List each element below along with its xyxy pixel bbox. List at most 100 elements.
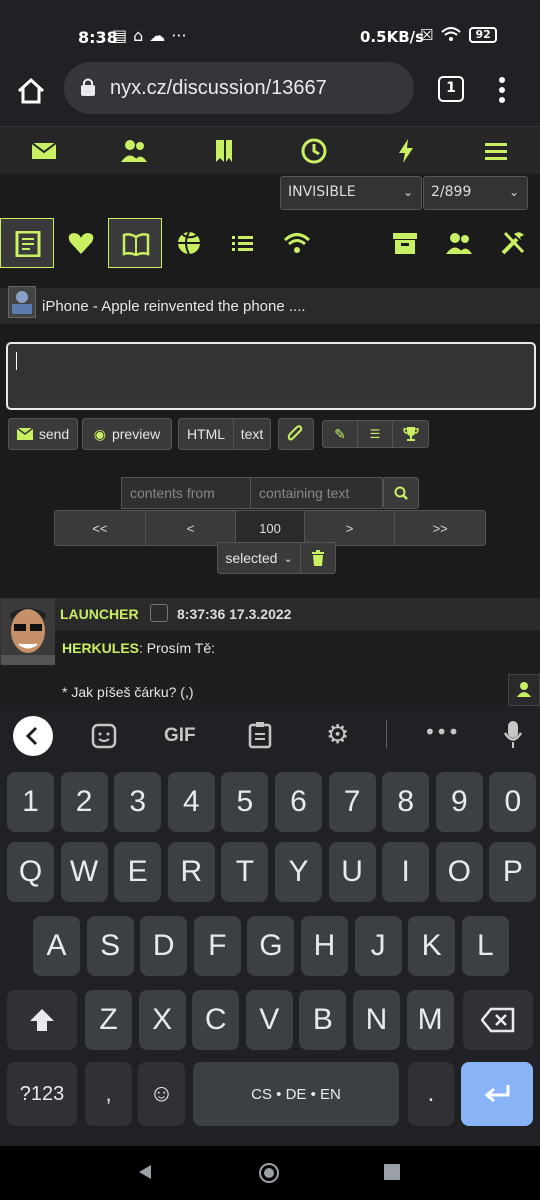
key-v[interactable]: V: [245, 990, 293, 1050]
enter-key[interactable]: [461, 1062, 533, 1126]
book-button[interactable]: [108, 218, 162, 268]
search-button[interactable]: [383, 477, 419, 509]
key-2[interactable]: 2: [60, 772, 108, 832]
key-w[interactable]: W: [60, 842, 108, 902]
key-h[interactable]: H: [301, 916, 348, 976]
key-7[interactable]: 7: [328, 772, 376, 832]
browser-menu-icon[interactable]: [492, 76, 512, 104]
key-e[interactable]: E: [114, 842, 162, 902]
key-j[interactable]: J: [354, 916, 402, 976]
key-i[interactable]: I: [382, 842, 430, 902]
key-1[interactable]: 1: [7, 772, 54, 832]
history-icon[interactable]: [300, 137, 328, 165]
key-9[interactable]: 9: [435, 772, 483, 832]
key-0[interactable]: 0: [489, 772, 537, 832]
key-4[interactable]: 4: [167, 772, 215, 832]
key-x[interactable]: X: [138, 990, 186, 1050]
last-page-button[interactable]: >>: [395, 511, 485, 545]
key-s[interactable]: S: [86, 916, 134, 976]
key-l[interactable]: L: [461, 916, 509, 976]
draw-button[interactable]: ✎: [322, 420, 358, 448]
key-g[interactable]: G: [247, 916, 295, 976]
post-author[interactable]: LAUNCHER: [60, 606, 139, 622]
key-k[interactable]: K: [408, 916, 456, 976]
author-avatar[interactable]: [0, 598, 55, 665]
backspace-key[interactable]: [463, 990, 533, 1050]
clipboard-icon[interactable]: [248, 721, 272, 749]
gif-button[interactable]: GIF: [164, 725, 196, 747]
message-textarea[interactable]: [6, 342, 536, 410]
key-6[interactable]: 6: [275, 772, 322, 832]
people-icon[interactable]: [120, 137, 148, 165]
key-d[interactable]: D: [140, 916, 188, 976]
text-mode-button[interactable]: text: [233, 418, 271, 450]
sticker-icon[interactable]: [91, 723, 117, 749]
containing-text-input[interactable]: containing text: [250, 477, 383, 509]
delete-button[interactable]: [300, 542, 336, 574]
comma-key[interactable]: ,: [85, 1062, 132, 1126]
key-a[interactable]: A: [33, 916, 80, 976]
key-o[interactable]: O: [435, 842, 483, 902]
page-size-input[interactable]: 100: [236, 511, 305, 545]
period-key[interactable]: .: [408, 1062, 454, 1126]
recents-nav-icon[interactable]: [384, 1164, 400, 1180]
key-z[interactable]: Z: [85, 990, 132, 1050]
tools-button[interactable]: [486, 218, 540, 268]
next-page-button[interactable]: >: [305, 511, 396, 545]
list-button[interactable]: [216, 218, 270, 268]
hamburger-icon[interactable]: [482, 137, 510, 165]
key-n[interactable]: N: [353, 990, 400, 1050]
symbols-key[interactable]: ?123: [7, 1062, 77, 1126]
key-5[interactable]: 5: [221, 772, 269, 832]
key-t[interactable]: T: [221, 842, 269, 902]
key-y[interactable]: Y: [275, 842, 322, 902]
emoji-key[interactable]: ☺: [138, 1062, 185, 1126]
favorite-button[interactable]: [54, 218, 108, 268]
poll-list-button[interactable]: ☰: [357, 420, 393, 448]
attach-button[interactable]: [278, 418, 314, 450]
key-q[interactable]: Q: [7, 842, 54, 902]
prev-page-button[interactable]: <: [146, 511, 237, 545]
bookmarks-icon[interactable]: [210, 137, 238, 165]
space-key[interactable]: CS • DE • EN: [193, 1062, 399, 1126]
user-button[interactable]: [508, 674, 540, 706]
key-f[interactable]: F: [193, 916, 241, 976]
selected-dropdown[interactable]: selected ⌄: [217, 542, 301, 574]
preview-button[interactable]: ◉ preview: [82, 418, 172, 450]
page-select[interactable]: 2/899 ⌄: [423, 176, 528, 210]
tabs-button[interactable]: 1: [438, 76, 464, 102]
send-button[interactable]: send: [8, 418, 78, 450]
collapse-keyboard-button[interactable]: [13, 716, 53, 756]
key-c[interactable]: C: [192, 990, 240, 1050]
post-select-checkbox[interactable]: [150, 604, 168, 622]
address-bar[interactable]: nyx.cz/discussion/13667: [64, 62, 414, 114]
key-3[interactable]: 3: [114, 772, 162, 832]
visibility-select[interactable]: INVISIBLE ⌄: [280, 176, 422, 210]
mail-icon[interactable]: [30, 137, 58, 165]
key-r[interactable]: R: [167, 842, 215, 902]
users-button[interactable]: [432, 218, 486, 268]
home-button[interactable]: [14, 74, 48, 108]
home-nav-icon[interactable]: [258, 1162, 280, 1184]
lightning-icon[interactable]: [392, 137, 420, 165]
topic-title[interactable]: iPhone - Apple reinvented the phone ....: [42, 298, 306, 315]
shift-key[interactable]: [7, 990, 77, 1050]
contents-from-input[interactable]: contents from: [121, 477, 251, 509]
key-8[interactable]: 8: [382, 772, 430, 832]
header-button[interactable]: [0, 218, 54, 268]
back-nav-icon[interactable]: [136, 1163, 154, 1181]
key-u[interactable]: U: [328, 842, 376, 902]
microphone-icon[interactable]: [503, 720, 523, 750]
key-m[interactable]: M: [406, 990, 454, 1050]
html-mode-button[interactable]: HTML: [178, 418, 234, 450]
more-options-icon[interactable]: •••: [424, 720, 459, 744]
trophy-button[interactable]: [392, 420, 429, 448]
first-page-button[interactable]: <<: [55, 511, 146, 545]
settings-icon[interactable]: ⚙: [326, 720, 349, 750]
feed-button[interactable]: [270, 218, 324, 268]
key-p[interactable]: P: [489, 842, 537, 902]
reply-to-link[interactable]: HERKULES: [62, 640, 139, 656]
archive-button[interactable]: [378, 218, 432, 268]
key-b[interactable]: B: [299, 990, 347, 1050]
ball-button[interactable]: [162, 218, 216, 268]
